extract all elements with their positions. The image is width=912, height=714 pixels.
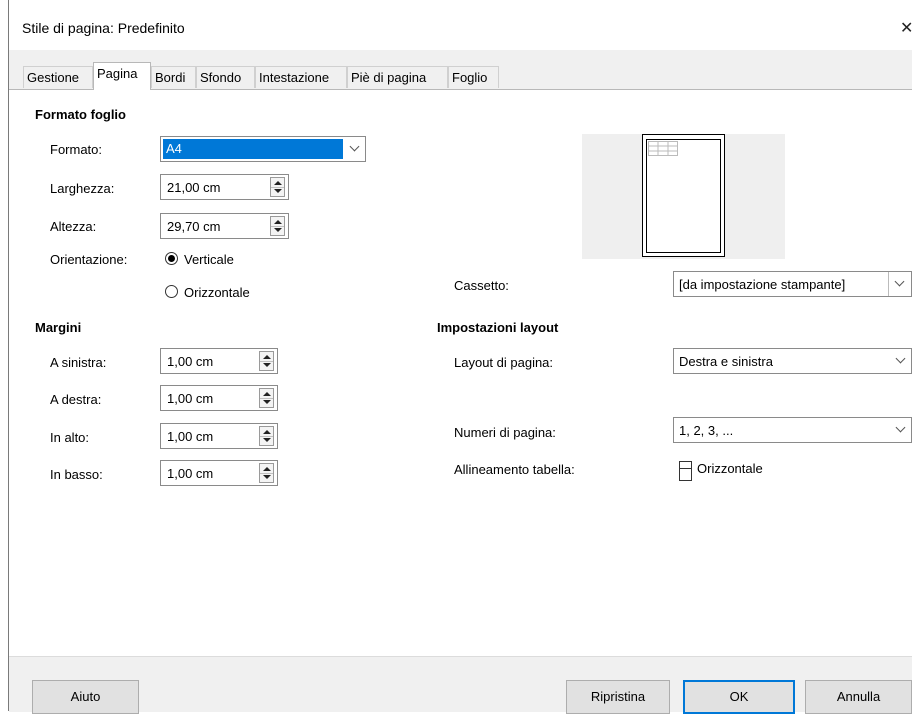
- layout-pagina-label: Layout di pagina:: [454, 355, 554, 370]
- chevron-down-icon[interactable]: [891, 349, 911, 373]
- tab-pagina[interactable]: Pagina: [93, 62, 151, 90]
- tab-bordi[interactable]: Bordi: [151, 66, 196, 88]
- cassetto-label: Cassetto:: [454, 278, 509, 293]
- larghezza-value: 21,00 cm: [167, 180, 221, 195]
- margine-destra-spinner[interactable]: [259, 388, 274, 408]
- margine-destra-label: A destra:: [50, 392, 102, 407]
- spin-down-icon[interactable]: [263, 363, 271, 367]
- numeri-pagina-label: Numeri di pagina:: [454, 425, 556, 440]
- allineamento-label: Allineamento tabella:: [454, 462, 575, 477]
- cassetto-select[interactable]: [da impostazione stampante]: [673, 271, 912, 297]
- cancel-button[interactable]: Annulla: [805, 680, 912, 714]
- checkbox-orizzontale-label[interactable]: Orizzontale: [697, 461, 763, 476]
- tab-pie-di-pagina[interactable]: Piè di pagina: [347, 66, 448, 88]
- table-preview-icon: [648, 141, 678, 156]
- page-preview-margin: [646, 139, 721, 253]
- altezza-value: 29,70 cm: [167, 219, 221, 234]
- margine-alto-spinner[interactable]: [259, 426, 274, 446]
- margine-basso-spinner[interactable]: [259, 463, 274, 483]
- chevron-down-icon[interactable]: [888, 272, 911, 296]
- spin-down-icon[interactable]: [274, 228, 282, 232]
- checkbox-verticale[interactable]: [679, 468, 692, 481]
- numeri-pagina-value: 1, 2, 3, ...: [679, 423, 734, 438]
- spin-down-icon[interactable]: [263, 400, 271, 404]
- spin-up-icon[interactable]: [263, 467, 271, 471]
- margine-basso-label: In basso:: [50, 467, 103, 482]
- radio-orizzontale-label[interactable]: Orizzontale: [184, 285, 250, 300]
- larghezza-spinner[interactable]: [270, 177, 285, 197]
- cassetto-value: [da impostazione stampante]: [679, 277, 846, 292]
- section-margini: Margini: [35, 320, 82, 335]
- spin-up-icon[interactable]: [274, 220, 282, 224]
- radio-orizzontale[interactable]: [165, 285, 178, 298]
- margine-destra-value: 1,00 cm: [167, 391, 214, 406]
- chevron-down-icon[interactable]: [891, 418, 911, 442]
- layout-pagina-select[interactable]: Destra e sinistra: [673, 348, 912, 374]
- formato-select[interactable]: A4: [160, 136, 366, 162]
- spin-down-icon[interactable]: [263, 475, 271, 479]
- close-icon[interactable]: ✕: [900, 18, 912, 38]
- altezza-field[interactable]: 29,70 cm: [160, 213, 289, 239]
- radio-verticale-label[interactable]: Verticale: [184, 252, 234, 267]
- margine-destra-field[interactable]: 1,00 cm: [160, 385, 278, 411]
- section-impostazioni-layout: Impostazioni layout: [437, 320, 559, 335]
- margine-alto-label: In alto:: [50, 430, 90, 445]
- spin-up-icon[interactable]: [274, 181, 282, 185]
- margine-alto-field[interactable]: 1,00 cm: [160, 423, 278, 449]
- spin-down-icon[interactable]: [274, 189, 282, 193]
- tab-intestazione[interactable]: Intestazione: [255, 66, 347, 88]
- formato-value: A4: [166, 141, 182, 156]
- spin-up-icon[interactable]: [263, 355, 271, 359]
- spin-up-icon[interactable]: [263, 430, 271, 434]
- margine-alto-value: 1,00 cm: [167, 429, 214, 444]
- layout-pagina-value: Destra e sinistra: [679, 354, 773, 369]
- radio-verticale[interactable]: [165, 252, 178, 265]
- margine-sinistra-label: A sinistra:: [50, 355, 107, 370]
- spin-down-icon[interactable]: [263, 438, 271, 442]
- altezza-label: Altezza:: [50, 219, 97, 234]
- tab-foglio[interactable]: Foglio: [448, 66, 499, 88]
- larghezza-label: Larghezza:: [50, 181, 115, 196]
- section-formato-foglio: Formato foglio: [35, 107, 126, 122]
- reset-button[interactable]: Ripristina: [566, 680, 670, 714]
- altezza-spinner[interactable]: [270, 216, 285, 236]
- chevron-down-icon[interactable]: [345, 137, 365, 161]
- spin-up-icon[interactable]: [263, 392, 271, 396]
- window-title: Stile di pagina: Predefinito: [22, 20, 185, 36]
- numeri-pagina-select[interactable]: 1, 2, 3, ...: [673, 417, 912, 443]
- margine-basso-field[interactable]: 1,00 cm: [160, 460, 278, 486]
- tab-gestione[interactable]: Gestione: [23, 66, 93, 88]
- selection-highlight: [163, 139, 343, 159]
- help-button[interactable]: Aiuto: [32, 680, 139, 714]
- margine-sinistra-field[interactable]: 1,00 cm: [160, 348, 278, 374]
- orientazione-label: Orientazione:: [50, 252, 128, 267]
- margine-sinistra-spinner[interactable]: [259, 351, 274, 371]
- tab-sfondo[interactable]: Sfondo: [196, 66, 255, 88]
- margine-sinistra-value: 1,00 cm: [167, 354, 214, 369]
- margine-basso-value: 1,00 cm: [167, 466, 214, 481]
- larghezza-field[interactable]: 21,00 cm: [160, 174, 289, 200]
- ok-button[interactable]: OK: [683, 680, 795, 714]
- formato-label: Formato:: [50, 142, 103, 157]
